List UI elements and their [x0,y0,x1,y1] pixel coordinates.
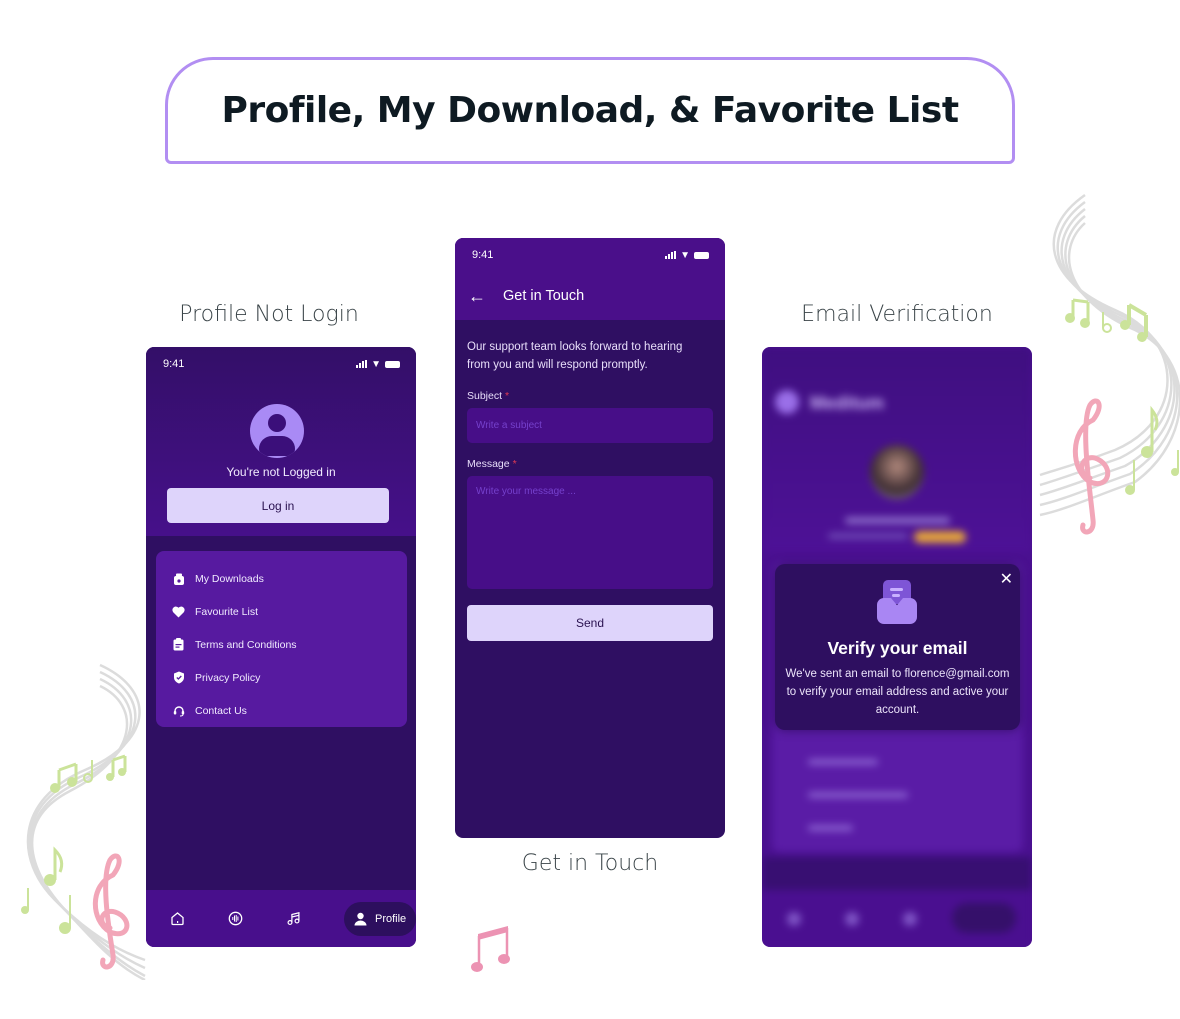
status-bar: 9:41 ▼ [146,347,416,381]
wifi-icon: ▼ [680,249,690,261]
blurred-row [808,825,853,831]
clipboard-icon [172,638,185,651]
music-note-decoration [471,926,510,972]
menu-item-label: Privacy Policy [195,671,261,684]
blurred-badge [914,531,966,543]
menu-item-favourite-list[interactable]: Favourite List [156,595,407,628]
wifi-icon: ▼ [371,358,381,370]
menu-item-privacy-policy[interactable]: Privacy Policy [156,661,407,694]
blurred-nav-active [952,903,1016,933]
screen-title: Get in Touch [503,288,585,304]
subject-input[interactable] [467,408,713,443]
menu-item-label: Contact Us [195,704,247,717]
subject-label: Subject * [467,390,509,402]
phone-email-verification: Meditum ✕ Verify your email We've sent a… [762,347,1032,947]
menu-item-label: Favourite List [195,605,259,618]
subject-label-text: Subject [467,390,503,402]
blurred-name [845,517,950,524]
nav-profile-label: Profile [375,912,407,925]
nav-home[interactable] [170,911,228,926]
status-bar: 9:41 ▼ [455,238,725,272]
blurred-row [808,792,908,798]
battery-icon [385,360,400,368]
menu-item-terms[interactable]: Terms and Conditions [156,628,407,661]
page-title: Profile, My Download, & Favorite List [221,90,959,131]
modal-body: We've sent an email to florence@gmail.co… [785,668,1010,716]
home-icon [171,912,184,926]
blurred-row [808,759,878,765]
menu-item-label: Terms and Conditions [195,638,297,651]
mail-inbox-icon [877,580,917,624]
menu-item-label: My Downloads [195,572,264,585]
brand-name: Meditum [810,393,884,413]
status-time: 9:41 [163,358,185,370]
battery-icon [694,251,709,259]
send-button[interactable]: Send [467,605,713,641]
signal-icon [665,251,677,259]
nav-audio[interactable] [228,911,286,926]
modal-title: Verify your email [827,638,968,658]
nav-profile-active[interactable]: Profile [344,901,416,936]
message-label: Message * [467,458,517,470]
music-staff-decoration-left [21,663,146,980]
nav-music[interactable] [286,911,344,926]
heart-icon [172,605,185,618]
headset-icon [172,704,185,717]
message-label-text: Message [467,458,510,470]
caption-email-verification: Email Verification [801,302,993,327]
message-textarea[interactable] [467,476,713,589]
signal-icon [356,360,368,368]
bottom-nav: Profile [146,890,416,947]
blurred-nav-icon [787,912,801,926]
menu-item-my-downloads[interactable]: My Downloads [156,562,407,595]
audio-wave-icon [228,911,243,926]
not-logged-in-text: You're not Logged in [226,465,336,479]
app-logo-icon [775,390,799,414]
menu-item-contact-us[interactable]: Contact Us [156,694,407,727]
shield-check-icon [172,671,185,684]
caption-get-in-touch: Get in Touch [521,851,659,876]
music-staff-decoration-right [1039,193,1180,535]
phone-get-in-touch: 9:41 ▼ ← Get in Touch Our support team l… [455,238,725,838]
user-icon [354,912,367,925]
required-mark: * [512,458,517,470]
profile-photo [870,445,924,499]
profile-menu: My Downloads Favourite List Terms and Co… [156,551,407,727]
blurred-nav-icon [845,912,859,926]
caption-profile-not-login: Profile Not Login [179,302,359,327]
status-time: 9:41 [472,249,494,261]
close-icon[interactable]: ✕ [1000,569,1013,589]
back-arrow-icon[interactable]: ← [468,286,486,307]
music-note-icon [287,912,300,926]
required-mark: * [505,390,510,402]
blurred-nav-icon [903,912,917,926]
phone-profile-not-login: 9:41 ▼ You're not Logged in Log in My Do… [146,347,416,947]
avatar-placeholder-icon [250,404,304,458]
verify-email-modal: ✕ Verify your email We've sent an email … [775,564,1020,730]
title-banner: Profile, My Download, & Favorite List [165,57,1015,164]
intro-text: Our support team looks forward to hearin… [467,341,683,371]
download-bag-icon [172,572,185,585]
blurred-subtitle [828,533,908,539]
app-bar: 9:41 ▼ ← Get in Touch [455,238,725,320]
login-button[interactable]: Log in [167,488,389,523]
